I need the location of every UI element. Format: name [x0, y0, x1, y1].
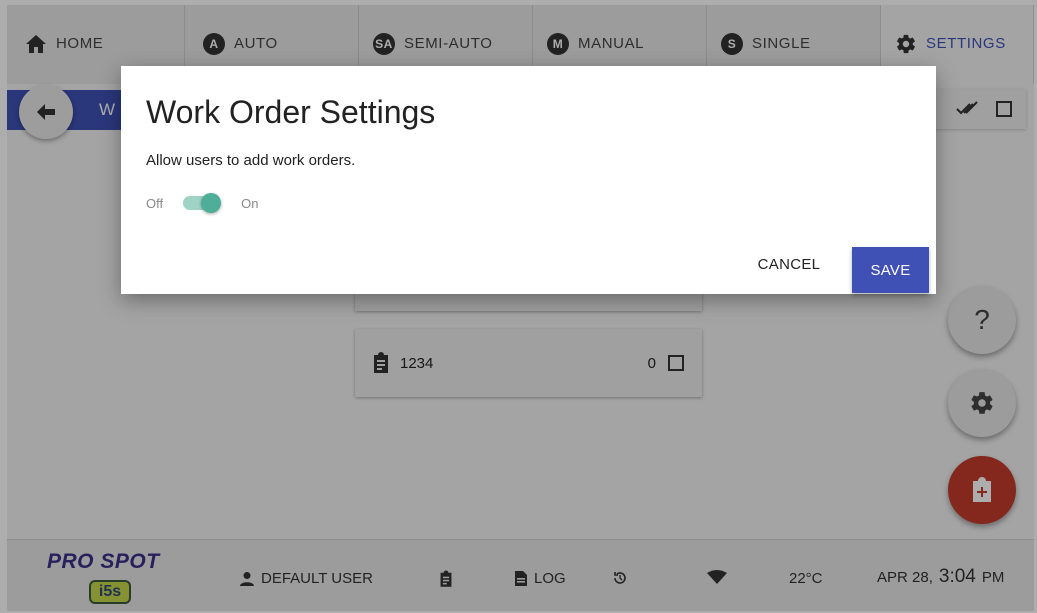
- save-button[interactable]: SAVE: [852, 247, 929, 293]
- work-order-settings-dialog: Work Order Settings Allow users to add w…: [121, 66, 936, 294]
- dialog-description: Allow users to add work orders.: [146, 152, 356, 169]
- allow-work-orders-toggle[interactable]: [183, 193, 222, 213]
- app-window: HOME A AUTO SA SEMI-AUTO M MANUAL S SING…: [0, 0, 1037, 613]
- toggle-thumb[interactable]: [201, 193, 222, 213]
- toggle-on-label: On: [241, 195, 259, 211]
- dialog-title: Work Order Settings: [146, 94, 436, 130]
- toggle-off-label: Off: [146, 195, 164, 211]
- allow-work-orders-toggle-row: Off On: [146, 193, 258, 213]
- cancel-button[interactable]: CANCEL: [748, 241, 830, 287]
